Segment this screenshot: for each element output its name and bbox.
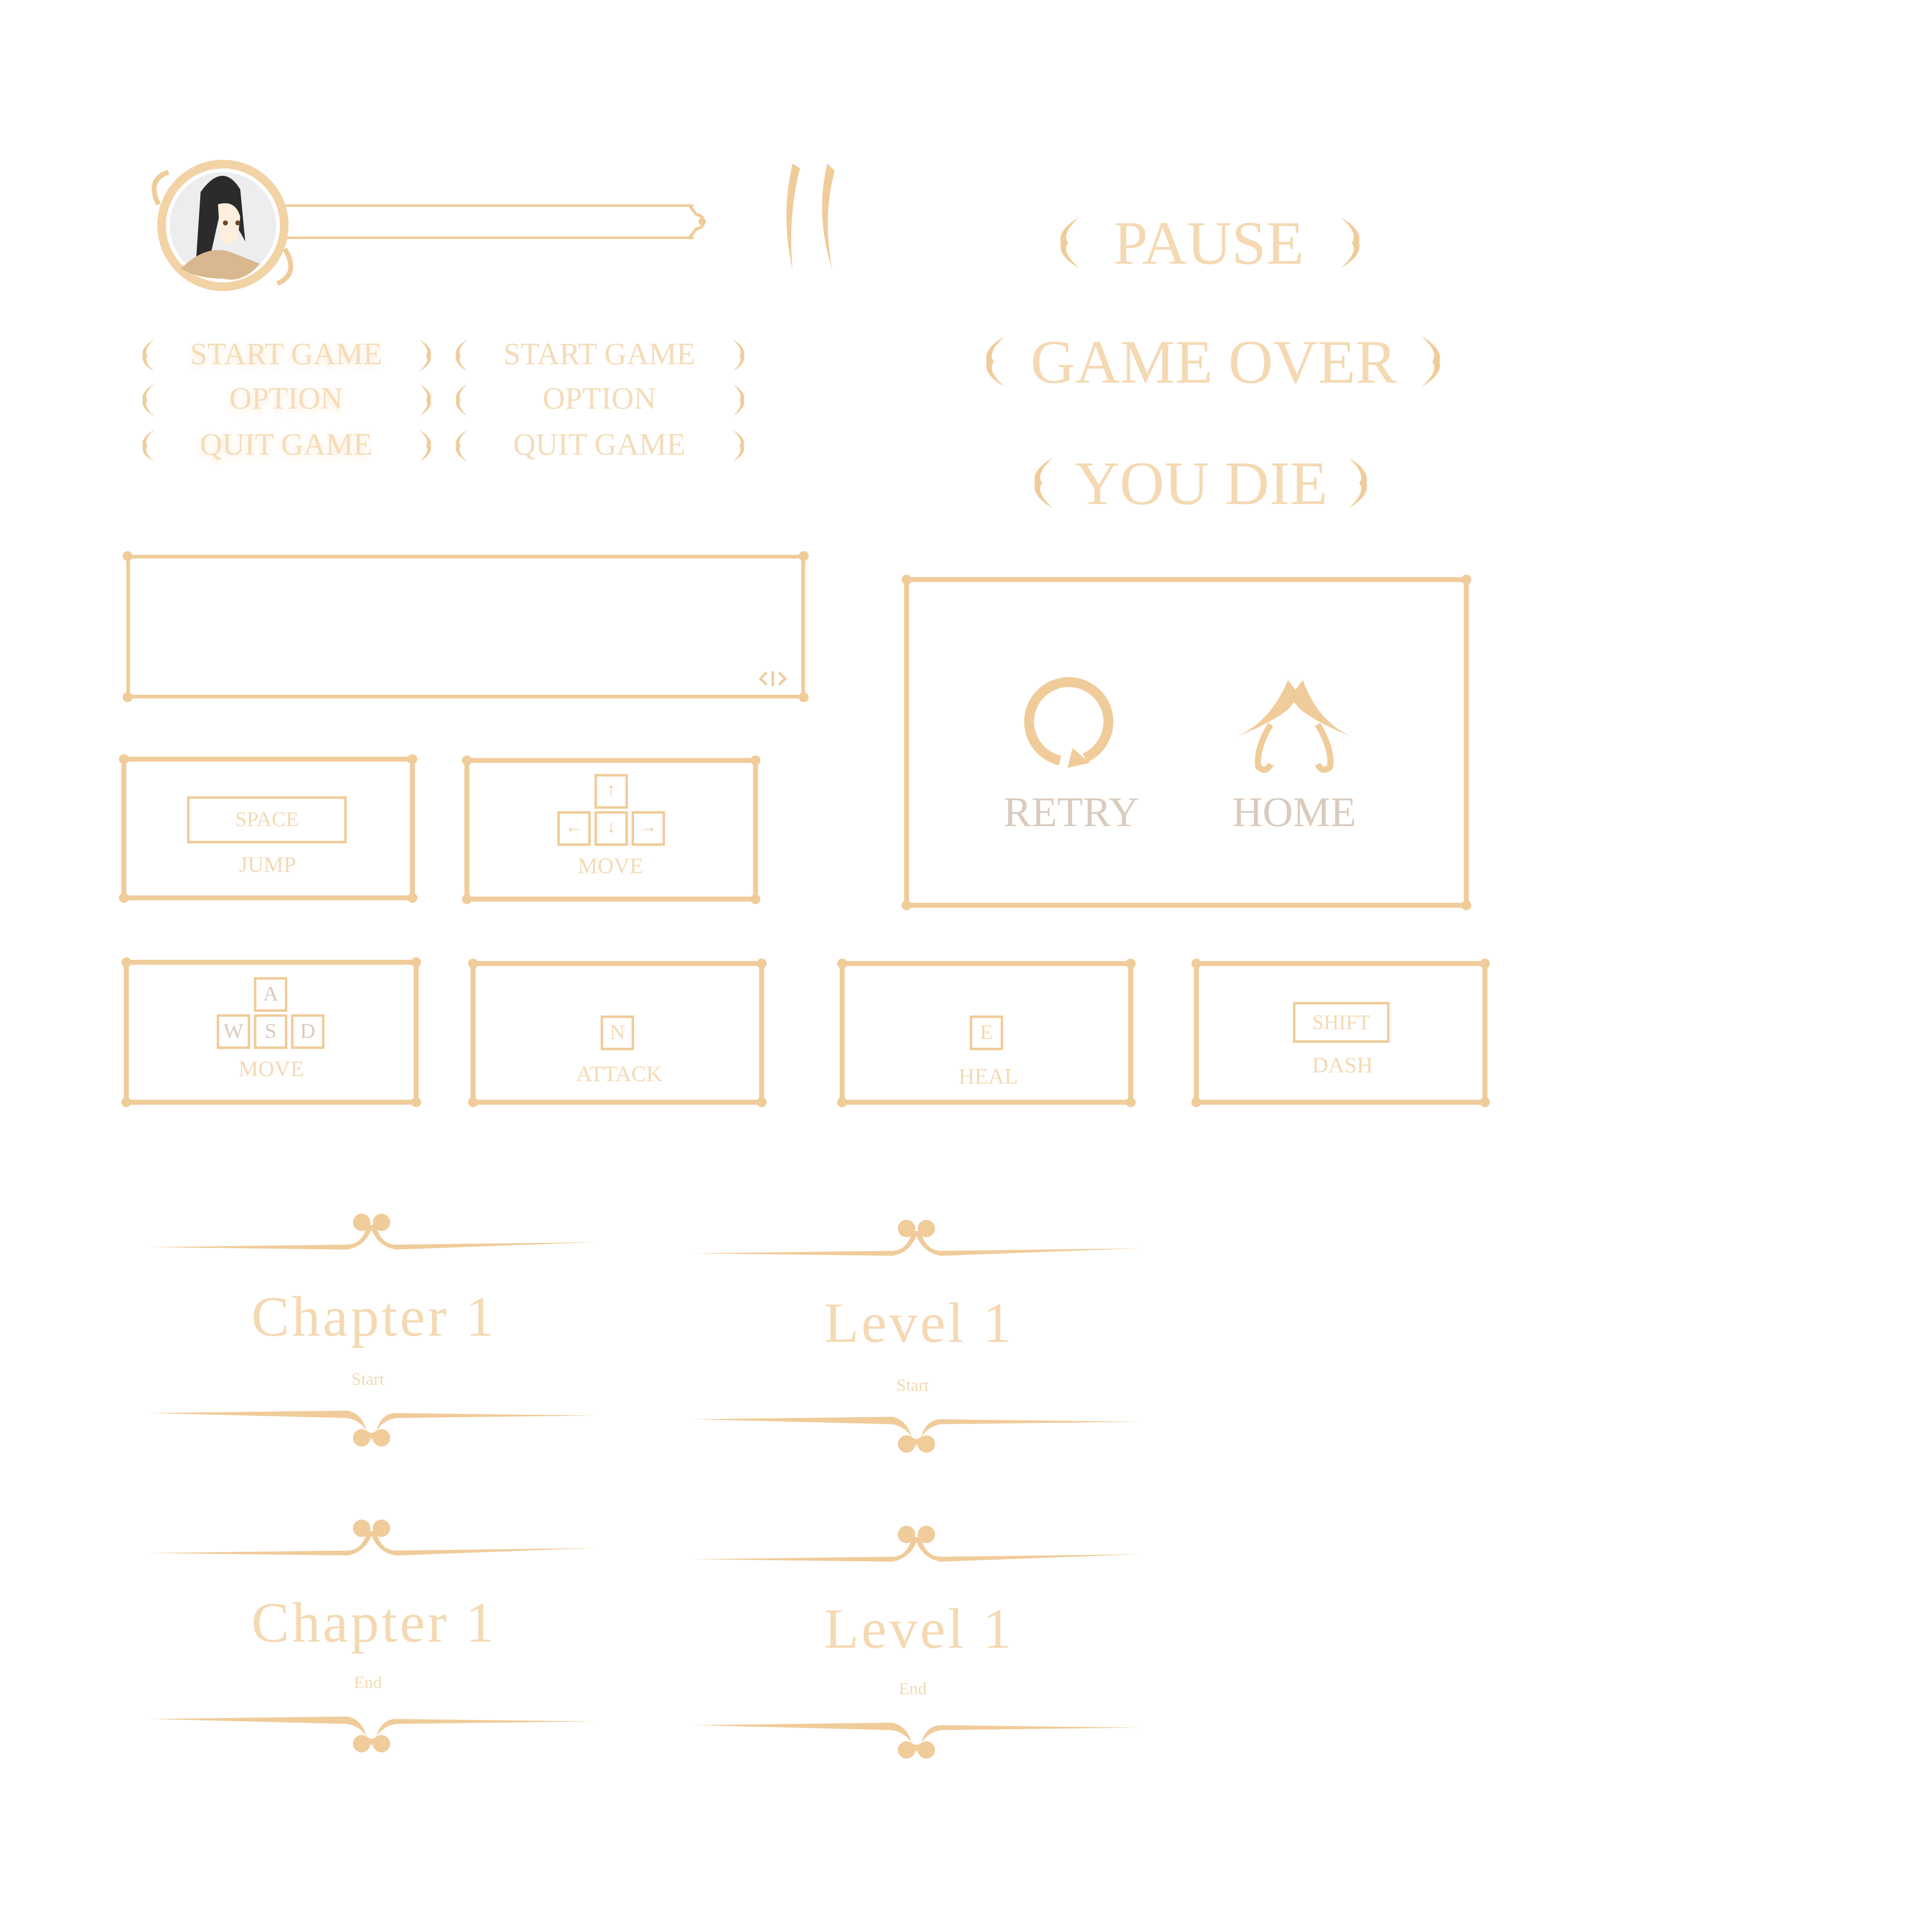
dialog-box [122, 551, 809, 702]
flourish-left-icon [456, 429, 468, 462]
retry-icon[interactable] [1023, 671, 1114, 770]
flourish-left-icon [142, 429, 155, 462]
flourish-left-icon [456, 339, 468, 372]
key-shift: SHIFT [1293, 1002, 1390, 1043]
menu-start-game-highlighted[interactable]: START GAME [190, 338, 382, 373]
game-over-title: GAME OVER [1030, 327, 1397, 396]
dialog-next-icon[interactable] [757, 670, 789, 687]
flourish-right-icon [1421, 336, 1440, 387]
banner-title: Level 1 [824, 1291, 1014, 1354]
control-label-heal: HEAL [958, 1064, 1018, 1089]
banner-bottom-ornament-icon [693, 1723, 1139, 1759]
flourish-right-icon [419, 384, 431, 417]
flourish-left-icon [142, 384, 155, 417]
flourish-left-icon [142, 339, 155, 372]
control-label-jump: JUMP [239, 852, 296, 877]
key-w: W [216, 1014, 250, 1049]
menu-option-highlighted[interactable]: OPTION [229, 383, 343, 417]
banner-top-ornament-icon [693, 1526, 1139, 1562]
key-e: E [969, 1015, 1003, 1050]
banner-subtitle: Start [351, 1371, 384, 1390]
flourish-right-icon [732, 339, 745, 372]
menu-start-game[interactable]: START GAME [503, 338, 696, 373]
key-d: D [291, 1014, 325, 1049]
banner-subtitle: End [354, 1674, 382, 1693]
retry-button[interactable]: RETRY [1003, 790, 1139, 837]
menu-quit-game[interactable]: QUIT GAME [513, 429, 685, 463]
control-label-move: MOVE [578, 853, 644, 878]
pause-icon[interactable] [778, 158, 837, 275]
banner-title: Chapter 1 [251, 1590, 497, 1654]
you-die-title: YOU DIE [1075, 448, 1328, 518]
flourish-left-icon [1060, 217, 1079, 269]
character-portrait [151, 160, 293, 291]
death-panel [901, 575, 1471, 910]
banner-bottom-ornament-icon [148, 1716, 595, 1753]
flourish-right-icon [1341, 217, 1360, 269]
banner-subtitle: End [899, 1680, 927, 1699]
key-space: SPACE [187, 796, 347, 844]
key-arrow-down: ↓ [594, 811, 628, 846]
control-label-move: MOVE [238, 1056, 304, 1082]
pause-title: PAUSE [1113, 208, 1304, 277]
control-label-dash: DASH [1312, 1053, 1373, 1078]
flourish-left-icon [986, 336, 1005, 387]
flourish-right-icon [732, 429, 745, 462]
flourish-right-icon [732, 384, 745, 417]
flourish-left-icon [456, 384, 468, 417]
banner-title: Chapter 1 [251, 1285, 497, 1348]
home-icon[interactable] [1233, 675, 1355, 777]
control-label-attack: ATTACK [576, 1061, 663, 1086]
banner-bottom-ornament-icon [148, 1410, 595, 1447]
key-a: A [254, 977, 287, 1012]
key-arrow-up: ↑ [594, 774, 628, 809]
flourish-right-icon [1348, 457, 1367, 509]
banner-top-ornament-icon [148, 1213, 595, 1250]
banner-subtitle: Start [896, 1377, 929, 1396]
flourish-right-icon [419, 429, 431, 462]
home-button[interactable]: HOME [1232, 790, 1356, 837]
banner-top-ornament-icon [693, 1220, 1139, 1256]
menu-quit-game-highlighted[interactable]: QUIT GAME [200, 429, 372, 463]
key-s: S [254, 1014, 287, 1049]
key-n: N [600, 1015, 634, 1050]
banner-title: Level 1 [824, 1597, 1014, 1660]
flourish-left-icon [1034, 457, 1053, 509]
banner-top-ornament-icon [148, 1519, 595, 1556]
banner-bottom-ornament-icon [693, 1417, 1139, 1453]
menu-option[interactable]: OPTION [543, 383, 656, 417]
health-bar-end-flourish-icon [687, 203, 706, 240]
ui-asset-sheet: PAUSE GAME OVER YOU DIE START GAME OPTIO… [0, 0, 1932, 1932]
key-arrow-left: ← [557, 811, 591, 846]
flourish-right-icon [419, 339, 431, 372]
health-bar [280, 204, 694, 239]
key-arrow-right: → [631, 811, 665, 846]
